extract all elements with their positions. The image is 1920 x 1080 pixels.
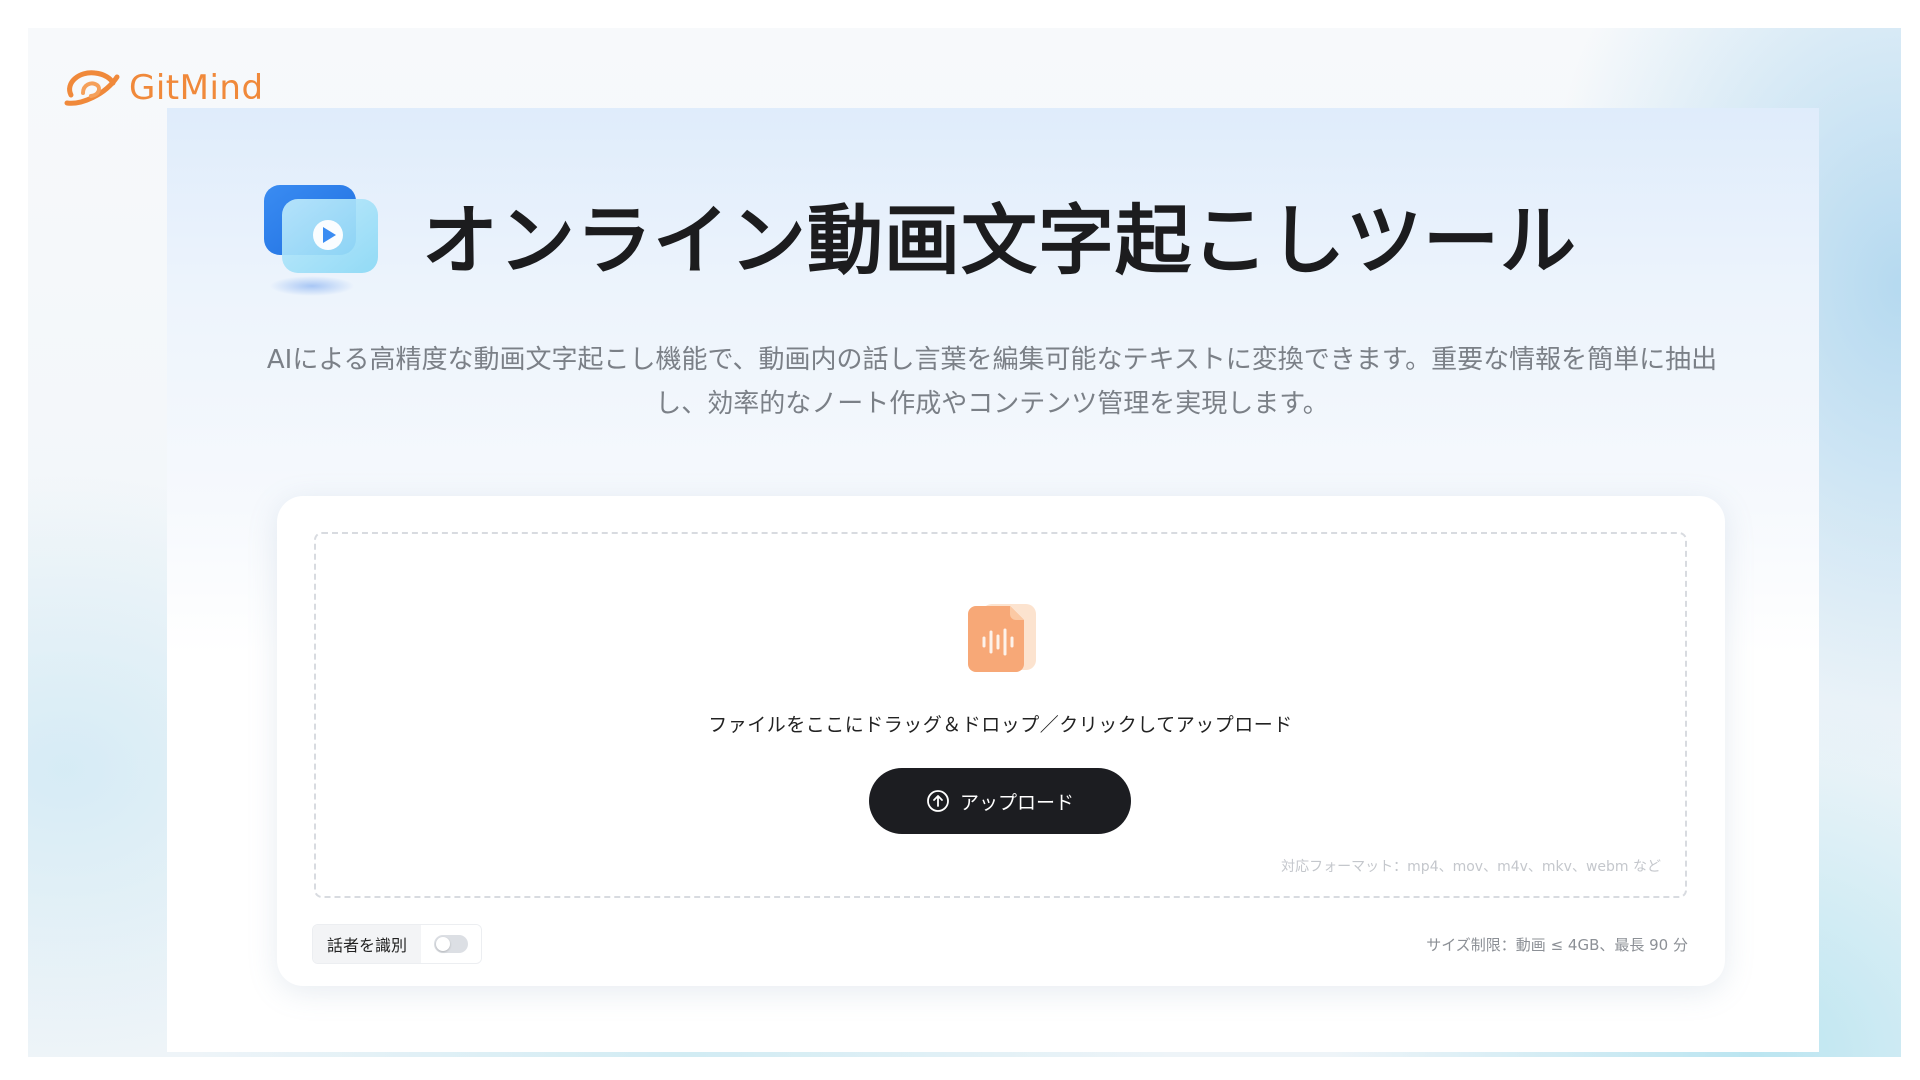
page-background: GitMind オンライン動画文字起こしツール AIによる高精度な動画文字起こし… (28, 28, 1901, 1057)
video-play-icon (264, 185, 378, 296)
upload-card: ファイルをここにドラッグ＆ドロップ／クリックしてアップロード アップロード 対応… (277, 496, 1725, 986)
gitmind-logo-icon (64, 70, 120, 106)
speaker-identification-option: 話者を識別 (312, 924, 483, 964)
logo-text: GitMind (129, 68, 264, 108)
page-title: オンライン動画文字起こしツール (422, 196, 1577, 285)
speaker-identification-toggle[interactable] (421, 925, 482, 963)
supported-formats: 対応フォーマット：mp4、mov、m4v、mkv、webm など (1281, 859, 1661, 875)
file-dropzone[interactable]: ファイルをここにドラッグ＆ドロップ／クリックしてアップロード アップロード 対応… (314, 532, 1687, 898)
upload-button[interactable]: アップロード (869, 768, 1131, 834)
toggle-switch-icon (434, 935, 469, 953)
main-panel: オンライン動画文字起こしツール AIによる高精度な動画文字起こし機能で、動画内の… (167, 108, 1819, 1052)
speaker-identification-label: 話者を識別 (313, 925, 422, 963)
page-description: AIによる高精度な動画文字起こし機能で、動画内の話し言葉を編集可能なテキストに変… (266, 345, 1718, 419)
upload-button-label: アップロード (959, 791, 1074, 814)
gitmind-logo[interactable]: GitMind (61, 65, 264, 111)
upload-circle-icon (927, 790, 949, 812)
dropzone-instructions: ファイルをここにドラッグ＆ドロップ／クリックしてアップロード (708, 714, 1293, 736)
size-limit-note: サイズ制限：動画 ≤ 4GB、最長 90 分 (1426, 936, 1688, 954)
audio-file-icon (968, 604, 1036, 672)
